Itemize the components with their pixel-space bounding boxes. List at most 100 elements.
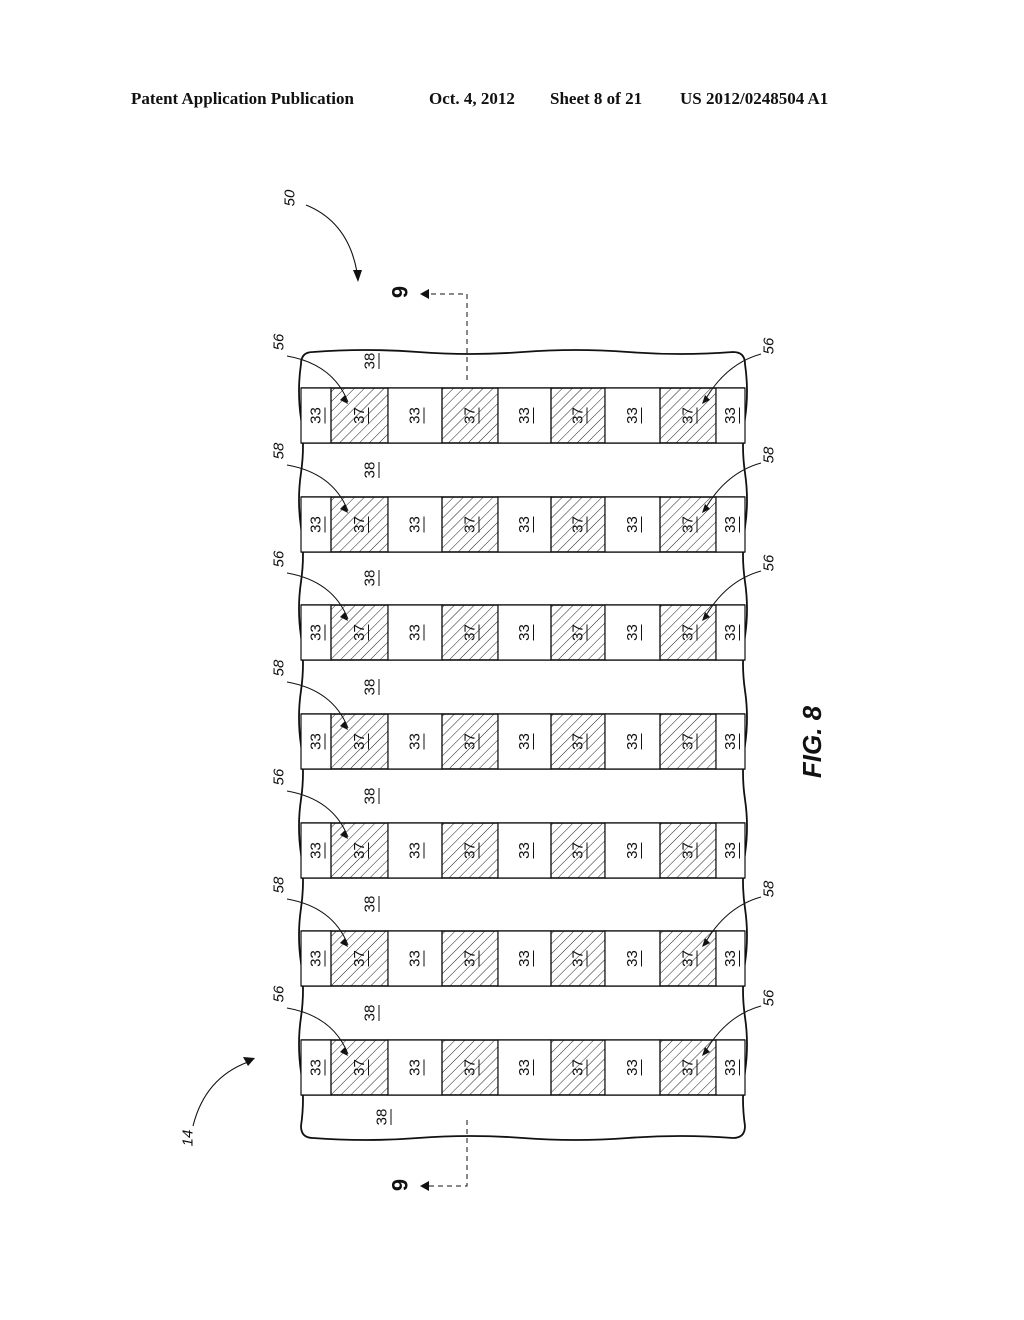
cell-label-text: 37 (680, 1059, 697, 1076)
cell-label-text: 37 (680, 842, 697, 859)
cell-label-text: 33 (624, 842, 641, 859)
cell-label-text: 37 (351, 624, 368, 641)
cell-label: 33 (308, 950, 326, 967)
region-label: 38 (374, 1109, 392, 1125)
region-label-text: 38 (362, 896, 379, 913)
section-label-top-text: 9 (388, 286, 413, 298)
cell-label-text: 37 (680, 950, 697, 967)
cell-label-text: 33 (722, 624, 739, 641)
region-label-text: 38 (362, 788, 379, 805)
row-ref-left: 58 (271, 659, 288, 676)
cell-label-text: 37 (680, 733, 697, 750)
row-ref-left-text: 58 (271, 659, 288, 676)
cell-label: 37 (462, 842, 480, 859)
cell-label: 37 (351, 1059, 369, 1076)
cell-label: 33 (308, 624, 326, 641)
cell-label: 37 (570, 733, 588, 750)
row-ref-left: 58 (271, 442, 288, 459)
cell-label: 37 (570, 624, 588, 641)
arrowhead-icon (420, 1181, 429, 1191)
arrowhead-icon (243, 1057, 255, 1066)
cell-label: 33 (624, 950, 642, 967)
row-ref-right: 58 (761, 446, 778, 463)
cell-label-text: 33 (624, 407, 641, 424)
cell-label-text: 33 (516, 624, 533, 641)
cell-label: 37 (462, 516, 480, 533)
cell-label-text: 37 (570, 1059, 587, 1076)
cell-label: 33 (407, 950, 425, 967)
row-ref-right: 56 (761, 337, 778, 354)
cell-label: 33 (722, 407, 740, 424)
cell-label-text: 33 (407, 516, 424, 533)
region-label: 38 (362, 1005, 380, 1021)
cell-label-text: 33 (722, 842, 739, 859)
arrowhead-icon (353, 270, 362, 282)
row-ref-right: 56 (761, 989, 778, 1006)
row-ref-left: 56 (271, 333, 288, 350)
cell-label-text: 33 (308, 950, 325, 967)
row-ref-left: 56 (271, 985, 288, 1002)
cell-label-text: 37 (570, 842, 587, 859)
row-ref-left-text: 58 (271, 442, 288, 459)
cell-label: 37 (680, 407, 698, 424)
region-label: 38 (362, 353, 380, 369)
row-ref-left-text: 56 (271, 985, 288, 1002)
cell-label-text: 33 (516, 516, 533, 533)
cell-label: 37 (570, 516, 588, 533)
cell-label-text: 33 (722, 950, 739, 967)
cell-label: 33 (516, 733, 534, 750)
cell-label-text: 33 (722, 516, 739, 533)
cell-label: 33 (722, 624, 740, 641)
cell-label: 37 (351, 950, 369, 967)
cell-label-text: 37 (351, 407, 368, 424)
region-label: 38 (362, 788, 380, 805)
row-ref-right-text: 58 (761, 880, 778, 897)
cell-label: 33 (308, 842, 326, 859)
cell-label: 37 (351, 516, 369, 533)
cell-label-text: 33 (407, 950, 424, 967)
cell-label-text: 33 (407, 733, 424, 750)
cell-label: 33 (624, 842, 642, 859)
cell-label-text: 37 (351, 1059, 368, 1076)
assembly-ref-label-text: 50 (282, 189, 299, 206)
row-ref-right-text: 56 (761, 989, 778, 1006)
row-ref-left: 56 (271, 768, 288, 785)
cell-label: 37 (570, 842, 588, 859)
cell-label-text: 37 (462, 624, 479, 641)
cell-label: 33 (407, 842, 425, 859)
row-ref-left-text: 56 (271, 333, 288, 350)
cell-label-text: 37 (570, 407, 587, 424)
cell-label: 37 (680, 733, 698, 750)
cell-label: 37 (570, 407, 588, 424)
row-ref-left-text: 58 (271, 876, 288, 893)
cell-label: 33 (722, 516, 740, 533)
substrate-leader (192, 1061, 249, 1127)
region-label: 38 (362, 462, 380, 479)
cell-label-text: 33 (722, 1059, 739, 1076)
cell-label-text: 37 (351, 733, 368, 750)
cell-label-text: 33 (407, 1059, 424, 1076)
region-label-text: 38 (362, 462, 379, 479)
row-ref-left: 56 (271, 550, 288, 567)
figure-title: FIG. 8 (797, 705, 827, 778)
cell-label-text: 33 (624, 516, 641, 533)
row-ref-right-text: 56 (761, 554, 778, 571)
cell-label: 33 (624, 516, 642, 533)
cell-label: 33 (407, 733, 425, 750)
cell-label: 37 (351, 733, 369, 750)
cell-label: 37 (351, 407, 369, 424)
cell-label: 33 (516, 624, 534, 641)
arrowhead-icon (420, 289, 429, 299)
cell-label-text: 37 (570, 516, 587, 533)
cell-label-text: 37 (351, 842, 368, 859)
cell-label-text: 33 (624, 1059, 641, 1076)
cell-label: 37 (351, 624, 369, 641)
cell-label-text: 33 (624, 950, 641, 967)
row-ref-left-text: 56 (271, 768, 288, 785)
row-ref-right: 58 (761, 880, 778, 897)
cell-label-text: 33 (308, 407, 325, 424)
substrate-ref-label-text: 14 (180, 1130, 197, 1147)
cell-label: 33 (308, 407, 326, 424)
cell-label-text: 33 (516, 842, 533, 859)
cell-label: 37 (351, 842, 369, 859)
